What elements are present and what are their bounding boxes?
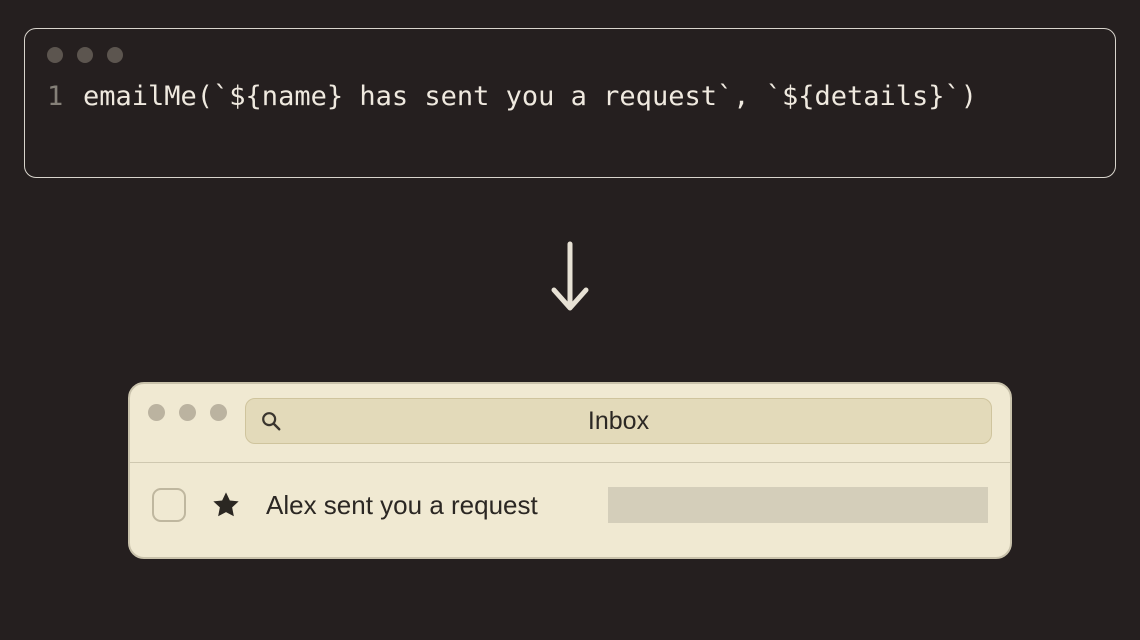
email-toolbar: Inbox [130, 384, 1010, 463]
line-number: 1 [47, 81, 83, 112]
arrow-down-icon [546, 240, 594, 316]
traffic-dot-zoom[interactable] [107, 47, 123, 63]
email-client-window: Inbox Alex sent you a request [128, 382, 1012, 559]
code-line: 1 emailMe(`${name} has sent you a reques… [47, 81, 1093, 112]
code-editor-window: 1 emailMe(`${name} has sent you a reques… [24, 28, 1116, 178]
email-subject: Alex sent you a request [266, 490, 538, 521]
star-icon[interactable] [210, 489, 242, 521]
traffic-dot-close[interactable] [148, 404, 165, 421]
traffic-dot-close[interactable] [47, 47, 63, 63]
select-checkbox[interactable] [152, 488, 186, 522]
email-preview-placeholder [608, 487, 988, 523]
flow-arrow [0, 240, 1140, 316]
mailbox-title: Inbox [246, 407, 991, 436]
traffic-dot-minimize[interactable] [179, 404, 196, 421]
traffic-dot-zoom[interactable] [210, 404, 227, 421]
search-icon [260, 410, 282, 432]
code-content: emailMe(`${name} has sent you a request`… [83, 81, 977, 112]
traffic-dot-minimize[interactable] [77, 47, 93, 63]
traffic-lights [148, 404, 227, 421]
search-bar[interactable]: Inbox [245, 398, 992, 444]
traffic-lights [47, 47, 1093, 63]
email-row[interactable]: Alex sent you a request [130, 463, 1010, 557]
